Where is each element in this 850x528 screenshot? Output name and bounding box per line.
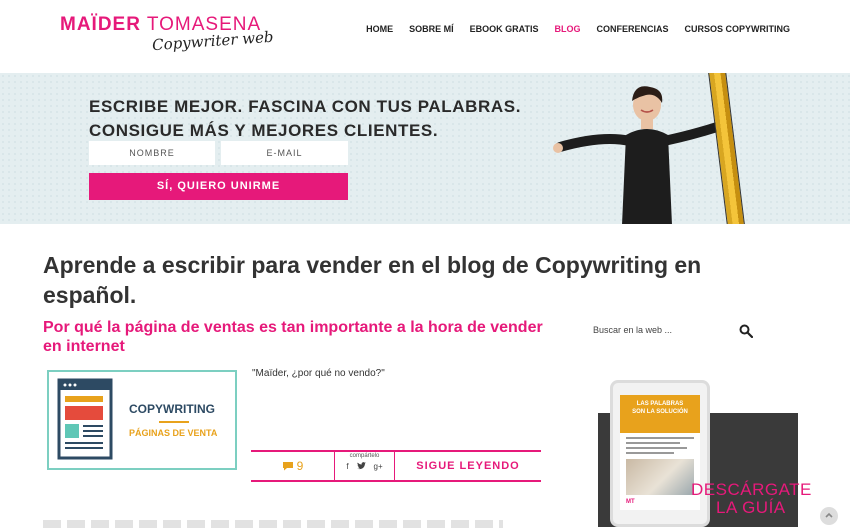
nav-item-ebook-gratis[interactable]: EBOOK GRATIS	[462, 24, 547, 34]
page-title: Aprende a escribir para vender en el blo…	[43, 252, 702, 308]
thumbnail-subtitle: PÁGINAS DE VENTA	[129, 428, 218, 438]
search-input[interactable]: Buscar en la web ...	[593, 325, 672, 335]
tablet-screen: LAS PALABRAS SON LA SOLUCIÓN MT	[620, 395, 700, 510]
read-more-link[interactable]: SIGUE LEYENDO	[395, 452, 541, 480]
comments-count: 9	[296, 459, 304, 473]
comment-bubble-icon	[282, 462, 293, 471]
share-label: compártelo	[349, 453, 380, 459]
post-thumbnail[interactable]: COPYWRITING PÁGINAS DE VENTA	[47, 370, 237, 470]
nav-item-conferencias[interactable]: CONFERENCIAS	[588, 24, 676, 34]
post-footer: 9 compártelo f g+ SIGUE LEYENDO	[251, 450, 541, 482]
download-guide-line-2: LA GUÍA	[716, 498, 786, 517]
post-excerpt: "Maïder, ¿por qué no vendo?"	[252, 368, 385, 379]
facebook-icon[interactable]: f	[346, 462, 348, 472]
scroll-to-top-button[interactable]	[820, 507, 838, 525]
comments-link[interactable]: 9	[251, 452, 335, 480]
ebook-cover-title-line-2: SON LA SOLUCIÓN	[632, 409, 688, 415]
ebook-logo-mark: MT	[626, 499, 635, 505]
nav-item-sobre-mi[interactable]: SOBRE MÍ	[401, 24, 462, 34]
ebook-cover-text	[626, 437, 694, 457]
email-field[interactable]: E-MAIL	[221, 141, 348, 165]
post-title-link[interactable]: Por qué la página de ventas es tan impor…	[43, 318, 543, 356]
search-icon[interactable]	[739, 324, 753, 338]
ebook-cover-title-line-1: LAS PALABRAS	[636, 401, 684, 407]
subscribe-button[interactable]: SÍ, QUIERO UNIRME	[89, 173, 348, 200]
google-plus-icon[interactable]: g+	[374, 462, 383, 472]
name-field[interactable]: NOMBRE	[89, 141, 215, 165]
hero-title-line-2: CONSIGUE MÁS Y MEJORES CLIENTES.	[89, 121, 439, 140]
nav-item-home[interactable]: HOME	[358, 24, 401, 34]
ebook-cover-photo	[626, 459, 694, 495]
ebook-promo[interactable]: LAS PALABRAS SON LA SOLUCIÓN MT DESCÁRGA…	[598, 380, 811, 527]
hero-banner: ESCRIBE MEJOR. FASCINA CON TUS PALABRAS.…	[0, 73, 850, 224]
logo-name-first: MAÏDER	[60, 14, 141, 35]
main-nav: HOME SOBRE MÍ EBOOK GRATIS BLOG CONFEREN…	[358, 24, 798, 34]
site-logo[interactable]: MAÏDER TOMASENA Copywriter web	[60, 12, 274, 62]
hero-title: ESCRIBE MEJOR. FASCINA CON TUS PALABRAS.…	[89, 95, 521, 143]
nav-item-blog[interactable]: BLOG	[546, 24, 588, 34]
browser-illustration-icon	[57, 378, 113, 460]
thumbnail-title: COPYWRITING	[129, 402, 215, 416]
sidebar-search: Buscar en la web ...	[585, 318, 755, 346]
download-guide-line-1: DESCÁRGATE	[691, 480, 812, 499]
download-guide-cta[interactable]: DESCÁRGATE LA GUÍA	[691, 481, 812, 517]
author-photo	[553, 86, 725, 224]
nav-item-cursos-copywriting[interactable]: CURSOS COPYWRITING	[676, 24, 798, 34]
thumbnail-divider	[159, 421, 189, 423]
arrow-up-icon	[825, 512, 833, 518]
share-box: compártelo f g+	[335, 452, 395, 480]
ebook-cover-title: LAS PALABRAS SON LA SOLUCIÓN	[620, 395, 700, 433]
hero-title-line-1: ESCRIBE MEJOR. FASCINA CON TUS PALABRAS.	[89, 97, 522, 116]
site-header: MAÏDER TOMASENA Copywriter web HOME SOBR…	[0, 0, 850, 73]
twitter-icon[interactable]	[356, 462, 366, 472]
